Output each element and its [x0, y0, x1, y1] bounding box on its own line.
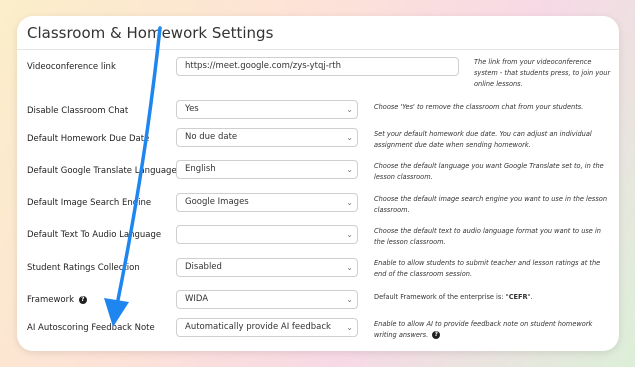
framework-label-text: Framework — [27, 295, 75, 305]
default-image-search-engine-select[interactable]: Google Images ⌄ — [176, 193, 358, 212]
default-image-search-engine-label: Default Image Search Engine — [27, 198, 152, 208]
chevron-down-icon: ⌄ — [346, 165, 353, 174]
disable-classroom-chat-value: Yes — [185, 104, 199, 114]
title-divider — [17, 49, 619, 50]
chevron-down-icon: ⌄ — [346, 323, 353, 332]
default-homework-due-date-value: No due date — [185, 132, 238, 142]
default-image-search-engine-value: Google Images — [185, 197, 249, 207]
framework-help-prefix: Default Framework of the enterprise is: … — [374, 293, 509, 301]
ai-autoscoring-feedback-note-help: Enable to allow AI to provide feedback n… — [374, 319, 610, 341]
default-text-to-audio-language-label: Default Text To Audio Language — [27, 230, 162, 240]
videoconference-link-label: Videoconference link — [27, 62, 116, 72]
question-mark-icon[interactable]: ? — [78, 295, 87, 304]
page-title: Classroom & Homework Settings — [27, 24, 274, 42]
student-ratings-collection-select[interactable]: Disabled ⌄ — [176, 258, 358, 277]
framework-label: Framework ? — [27, 295, 87, 305]
disable-classroom-chat-select[interactable]: Yes ⌄ — [176, 100, 358, 119]
framework-help-default-value: CEFR — [508, 293, 528, 301]
ai-autoscoring-feedback-note-select[interactable]: Automatically provide AI feedback ⌄ — [176, 318, 358, 337]
student-ratings-collection-value: Disabled — [185, 262, 222, 272]
default-google-translate-language-select[interactable]: English ⌄ — [176, 160, 358, 179]
chevron-down-icon: ⌄ — [346, 263, 353, 272]
default-text-to-audio-language-help: Choose the default text to audio languag… — [374, 227, 601, 246]
default-google-translate-language-value: English — [185, 164, 216, 174]
chevron-down-icon: ⌄ — [346, 230, 353, 239]
student-ratings-collection-label: Student Ratings Collection — [27, 263, 140, 273]
videoconference-link-help: The link from your videoconference syste… — [474, 58, 611, 88]
default-google-translate-language-help: Choose the default language you want Goo… — [374, 162, 604, 181]
default-homework-due-date-select[interactable]: No due date ⌄ — [176, 128, 358, 147]
ai-autoscoring-feedback-note-label: AI Autoscoring Feedback Note — [27, 323, 155, 333]
framework-select[interactable]: WIDA ⌄ — [176, 290, 358, 309]
videoconference-link-input[interactable]: https://meet.google.com/zys-ytqj-rth — [176, 57, 459, 76]
default-homework-due-date-label: Default Homework Due Date — [27, 134, 150, 144]
disable-classroom-chat-help: Choose 'Yes' to remove the classroom cha… — [374, 103, 584, 111]
ai-autoscoring-feedback-note-value: Automatically provide AI feedback — [185, 322, 331, 332]
default-image-search-engine-help: Choose the default image search engine y… — [374, 195, 607, 214]
framework-help-suffix: ". — [527, 293, 533, 301]
student-ratings-collection-help: Enable to allow students to submit teach… — [374, 259, 601, 278]
framework-value: WIDA — [185, 294, 209, 304]
default-text-to-audio-language-select[interactable]: ⌄ — [176, 225, 358, 244]
chevron-down-icon: ⌄ — [346, 105, 353, 114]
default-google-translate-language-label: Default Google Translate Language — [27, 166, 177, 176]
question-mark-icon[interactable]: ? — [432, 331, 441, 339]
chevron-down-icon: ⌄ — [346, 198, 353, 207]
chevron-down-icon: ⌄ — [346, 133, 353, 142]
disable-classroom-chat-label: Disable Classroom Chat — [27, 106, 129, 116]
ai-autoscoring-feedback-note-help-text: Enable to allow AI to provide feedback n… — [374, 320, 593, 339]
default-homework-due-date-help: Set your default homework due date. You … — [374, 130, 592, 149]
settings-panel: Classroom & Homework Settings Videoconfe… — [17, 16, 619, 351]
framework-help: Default Framework of the enterprise is: … — [374, 292, 610, 303]
chevron-down-icon: ⌄ — [346, 295, 353, 304]
